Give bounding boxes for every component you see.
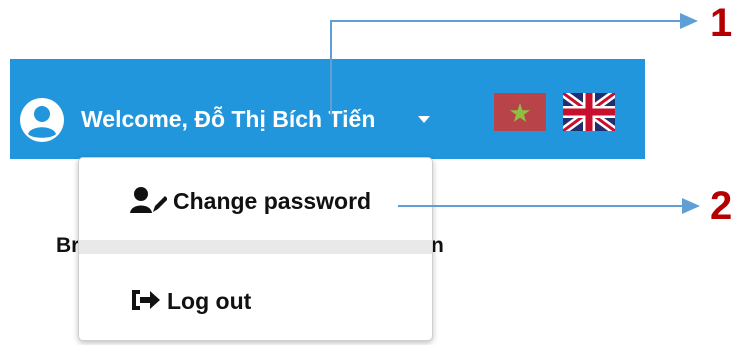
annotation-number-1: 1 [710, 1, 733, 45]
annotation-arrow-1-icon [680, 13, 698, 29]
vietnam-flag-icon[interactable] [494, 93, 546, 131]
annotation-line-1-vertical [330, 20, 332, 115]
user-dropdown-menu: Change password Log out [78, 157, 433, 341]
annotation-arrow-2-icon [682, 198, 700, 214]
background-text-left: Br [56, 234, 80, 257]
menu-divider [79, 240, 432, 254]
user-edit-icon [130, 187, 167, 213]
annotation-line-1-horizontal [330, 20, 680, 22]
log-out-label: Log out [167, 288, 252, 314]
chevron-down-icon[interactable] [418, 116, 430, 123]
annotation-line-2 [398, 205, 682, 207]
log-out-menu-item[interactable]: Log out [79, 258, 432, 338]
change-password-menu-item[interactable]: Change password [79, 158, 432, 238]
annotation-number-2: 2 [710, 184, 733, 228]
user-avatar-icon[interactable] [19, 97, 65, 143]
change-password-label: Change password [173, 188, 372, 214]
sign-out-icon [132, 290, 160, 310]
uk-flag-icon[interactable] [563, 93, 615, 131]
